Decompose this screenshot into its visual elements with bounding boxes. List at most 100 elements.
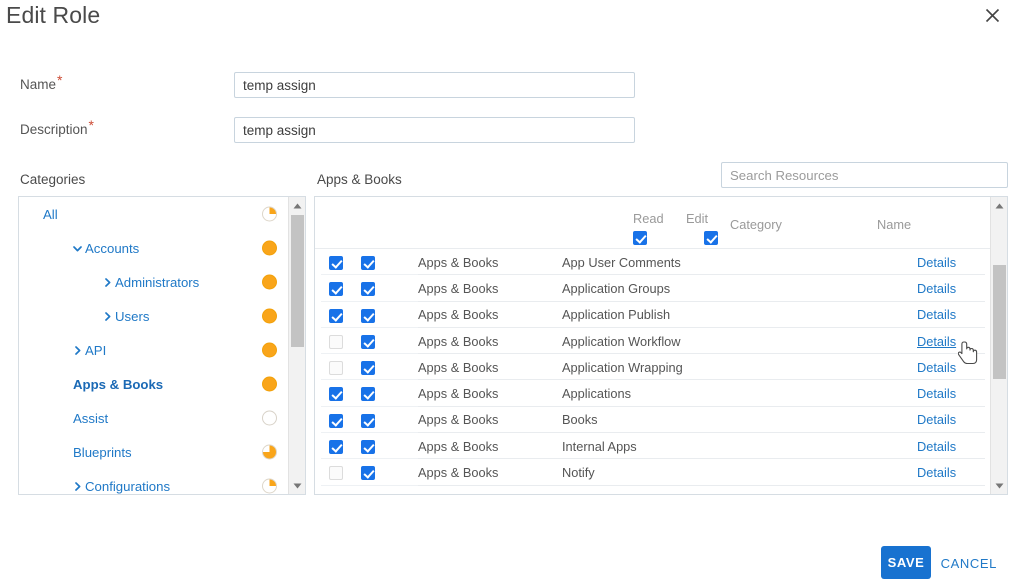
edit-checkbox[interactable] — [361, 361, 375, 376]
table-row[interactable]: Apps & Books Applications Details — [315, 380, 991, 407]
scroll-down-icon[interactable] — [289, 477, 305, 494]
read-checkbox[interactable] — [329, 440, 343, 455]
permission-coverage-indicator — [262, 376, 277, 392]
details-link[interactable]: Details — [917, 307, 956, 322]
resources-table-panel: Read Edit Category Name Description Apps… — [314, 196, 1008, 495]
edit-checkbox[interactable] — [361, 308, 375, 323]
details-link[interactable]: Details — [917, 334, 956, 349]
resource-name-cell: Application Workflow — [562, 333, 681, 349]
category-item-content: Blueprints — [19, 445, 132, 460]
edit-cell — [361, 281, 418, 297]
edit-checkbox[interactable] — [361, 387, 375, 402]
save-button[interactable]: SAVE — [881, 546, 931, 579]
permission-coverage-indicator — [262, 410, 277, 426]
category-item-administrators[interactable]: Administrators — [19, 265, 289, 299]
edit-checkbox[interactable] — [361, 413, 375, 428]
name-label: Name* — [20, 72, 63, 92]
resource-name-cell: Applications — [562, 386, 632, 402]
table-scroll-thumb[interactable] — [993, 265, 1006, 379]
table-row[interactable]: Apps & Books Application Publish Details — [315, 302, 991, 328]
category-item-blueprints[interactable]: Blueprints — [19, 435, 289, 469]
details-link[interactable]: Details — [917, 281, 956, 296]
category-item-all[interactable]: All — [19, 197, 289, 231]
table-row[interactable]: Apps & Books App User Comments Details — [315, 249, 991, 276]
edit-checkbox[interactable] — [361, 466, 375, 481]
category-item-configurations[interactable]: Configurations — [19, 469, 289, 494]
name-input[interactable] — [234, 72, 635, 98]
chevron-right-icon[interactable] — [103, 277, 112, 287]
permission-coverage-indicator — [262, 478, 277, 494]
description-input[interactable] — [234, 117, 635, 143]
edit-checkbox[interactable] — [361, 255, 375, 270]
scroll-up-icon[interactable] — [289, 197, 305, 214]
read-cell — [315, 386, 361, 402]
table-row[interactable]: Apps & Books Notify Details — [315, 459, 991, 486]
close-icon[interactable] — [979, 2, 1005, 28]
table-row[interactable]: Apps & Books Internal Apps Details — [315, 433, 991, 460]
category-item-label: Users — [115, 308, 150, 324]
category-item-users[interactable]: Users — [19, 299, 289, 333]
edit-checkbox[interactable] — [361, 282, 375, 297]
select-all-read-checkbox[interactable] — [633, 230, 647, 245]
scroll-up-icon[interactable] — [991, 197, 1007, 214]
table-row[interactable]: Apps & Books Books Details — [315, 407, 991, 434]
details-link[interactable]: Details — [917, 360, 956, 375]
read-cell — [315, 438, 361, 455]
edit-checkbox[interactable] — [361, 440, 375, 455]
category-item-content: Assist — [19, 411, 108, 426]
read-checkbox[interactable] — [329, 308, 343, 323]
category-item-label: Blueprints — [73, 444, 132, 460]
scroll-down-icon[interactable] — [991, 477, 1007, 494]
categories-scrollbar[interactable] — [288, 197, 305, 494]
table-row[interactable]: Apps & Books Application Groups Details — [315, 275, 991, 302]
chevron-right-icon[interactable] — [73, 481, 82, 491]
read-checkbox[interactable] — [329, 387, 343, 402]
category-item-content: Users — [19, 309, 149, 324]
column-header-category: Category — [730, 217, 782, 232]
chevron-right-icon[interactable] — [103, 311, 112, 321]
category-item-apps-books[interactable]: Apps & Books — [19, 367, 289, 401]
category-item-assist[interactable]: Assist — [19, 401, 289, 435]
edit-checkbox[interactable] — [361, 334, 375, 349]
edit-cell — [361, 360, 418, 376]
chevron-down-icon[interactable] — [73, 244, 82, 253]
read-checkbox[interactable] — [329, 466, 343, 481]
edit-cell — [361, 386, 418, 402]
category-cell: Apps & Books — [418, 438, 499, 454]
permission-coverage-indicator — [262, 206, 277, 222]
read-checkbox[interactable] — [329, 334, 343, 349]
read-cell — [315, 254, 361, 270]
category-item-content: Configurations — [19, 479, 170, 494]
read-checkbox[interactable] — [329, 255, 343, 270]
edit-cell — [361, 438, 418, 455]
edit-cell — [361, 254, 418, 270]
details-link[interactable]: Details — [917, 412, 956, 427]
table-row[interactable]: Apps & Books Application Workflow Details — [315, 328, 991, 355]
read-checkbox[interactable] — [329, 282, 343, 297]
description-form-row: Description* — [0, 117, 1013, 143]
category-item-api[interactable]: API — [19, 333, 289, 367]
category-item-accounts[interactable]: Accounts — [19, 231, 289, 265]
select-all-edit-checkbox[interactable] — [704, 230, 719, 245]
details-link[interactable]: Details — [917, 465, 956, 480]
category-cell: Apps & Books — [418, 412, 499, 428]
details-link[interactable]: Details — [917, 439, 956, 454]
details-cell: Details — [917, 360, 991, 375]
details-cell: Details — [917, 412, 991, 427]
categories-scroll-thumb[interactable] — [291, 215, 304, 347]
search-input[interactable] — [721, 162, 1008, 188]
cancel-button[interactable]: CANCEL — [935, 546, 1003, 579]
read-checkbox[interactable] — [329, 413, 343, 428]
table-row[interactable]: Apps & Books Application Wrapping Details — [315, 354, 991, 381]
edit-cell — [361, 333, 418, 349]
details-link[interactable]: Details — [917, 255, 956, 270]
details-link[interactable]: Details — [917, 386, 956, 401]
category-item-label: Accounts — [85, 240, 140, 256]
table-scrollbar[interactable] — [990, 197, 1007, 494]
read-checkbox[interactable] — [329, 361, 343, 376]
edit-cell — [361, 412, 418, 428]
category-item-label: All — [43, 206, 58, 222]
resource-name-cell: App User Comments — [562, 254, 681, 270]
chevron-right-icon[interactable] — [73, 345, 82, 355]
details-cell: Details — [917, 386, 991, 401]
